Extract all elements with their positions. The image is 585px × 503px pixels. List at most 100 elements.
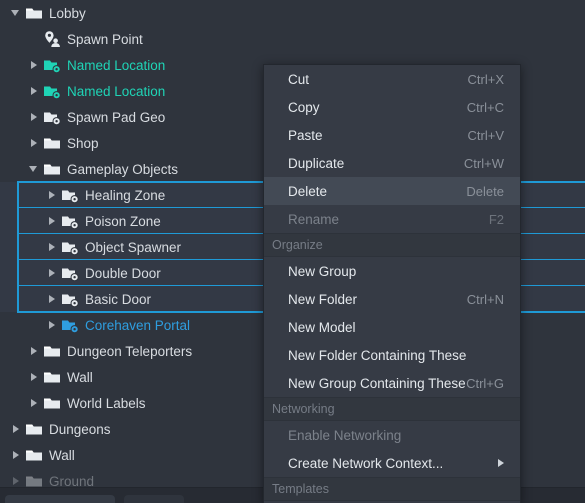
menu-item-label: New Model	[288, 319, 356, 335]
folder-open-icon	[42, 367, 62, 387]
selection-marker	[17, 234, 19, 260]
tree-item-label: Corehaven Portal	[85, 317, 191, 333]
menu-item: Rename F2	[264, 205, 520, 233]
tree-item-label: Spawn Point	[67, 31, 143, 47]
menu-item-label: Duplicate	[288, 155, 345, 171]
menu-item[interactable]: Paste Ctrl+V	[264, 121, 520, 149]
menu-section-label: Organize	[272, 238, 323, 252]
menu-item-shortcut: Ctrl+G	[466, 375, 504, 391]
teal-group-icon	[42, 81, 62, 101]
tree-item-label: Named Location	[67, 57, 166, 73]
menu-item-shortcut: Ctrl+V	[467, 127, 504, 143]
menu-section-header: Templates	[264, 477, 520, 501]
tree-item[interactable]: Spawn Point	[0, 26, 585, 52]
chevron-down-icon[interactable]	[10, 0, 24, 26]
chevron-right-icon[interactable]	[28, 338, 42, 364]
selection-marker	[17, 260, 19, 286]
selection-marker	[17, 208, 19, 234]
chevron-right-icon[interactable]	[46, 234, 60, 260]
menu-item[interactable]: New Model	[264, 313, 520, 341]
chevron-right-icon[interactable]	[28, 52, 42, 78]
tree-item-label: Dungeon Teleporters	[67, 343, 193, 359]
tree-item-label: Double Door	[85, 265, 161, 281]
blue-group-icon	[60, 315, 80, 335]
chevron-right-icon[interactable]	[10, 416, 24, 442]
tree-item-label: Poison Zone	[85, 213, 161, 229]
menu-section-label: Networking	[272, 402, 335, 416]
tree-item-label: Ground	[49, 473, 95, 488]
folder-open-icon	[42, 159, 62, 179]
chevron-right-icon[interactable]	[10, 442, 24, 468]
chevron-right-icon[interactable]	[46, 286, 60, 312]
chevron-right-icon[interactable]	[46, 208, 60, 234]
group-icon	[60, 263, 80, 283]
menu-item[interactable]: Duplicate Ctrl+W	[264, 149, 520, 177]
tree-item-label: Wall	[49, 447, 75, 463]
menu-item[interactable]: New Group Containing These Ctrl+G	[264, 369, 520, 397]
chevron-right-icon[interactable]	[46, 260, 60, 286]
tree-item-label: Healing Zone	[85, 187, 166, 203]
chevron-right-icon[interactable]	[46, 312, 60, 338]
menu-item-shortcut: Ctrl+X	[467, 71, 504, 87]
selection-marker	[17, 182, 19, 208]
menu-section-header: Networking	[264, 397, 520, 421]
menu-item[interactable]: Delete Delete	[264, 177, 520, 205]
folder-open-icon	[24, 471, 44, 487]
menu-item[interactable]: Copy Ctrl+C	[264, 93, 520, 121]
menu-section-label: Templates	[272, 482, 329, 496]
chevron-right-icon[interactable]	[46, 182, 60, 208]
tree-item-label: Named Location	[67, 83, 166, 99]
menu-item-label: New Group	[288, 263, 357, 279]
group-icon	[60, 211, 80, 231]
chevron-right-icon[interactable]	[28, 130, 42, 156]
menu-item-label: Rename	[288, 211, 340, 227]
tree-item-label: Basic Door	[85, 291, 152, 307]
menu-item-label: New Folder Containing These	[288, 347, 467, 363]
group-icon	[60, 289, 80, 309]
menu-section-header: Organize	[264, 233, 520, 257]
tree-item-label: Shop	[67, 135, 99, 151]
menu-item: Enable Networking	[264, 421, 520, 449]
context-menu[interactable]: Cut Ctrl+X Copy Ctrl+C Paste Ctrl+V Duplicate C…	[263, 64, 521, 503]
menu-item-label: Delete	[288, 183, 328, 199]
spawn-point-icon	[42, 29, 62, 49]
hierarchy-panel: Lobby Spawn Point Named Location Named Loca…	[0, 0, 585, 503]
folder-open-icon	[42, 341, 62, 361]
chevron-right-icon[interactable]	[28, 78, 42, 104]
teal-group-icon	[42, 55, 62, 75]
chevron-right-icon[interactable]	[28, 390, 42, 416]
menu-item-label: Cut	[288, 71, 310, 87]
chevron-right-icon[interactable]	[28, 104, 42, 130]
menu-item-shortcut: F2	[488, 211, 504, 227]
footer-primary-control[interactable]	[5, 495, 115, 503]
folder-open-icon	[42, 133, 62, 153]
folder-open-icon	[42, 393, 62, 413]
chevron-right-icon[interactable]	[28, 364, 42, 390]
footer-secondary-control[interactable]	[124, 495, 184, 503]
tree-item-label: Gameplay Objects	[67, 161, 179, 177]
menu-item[interactable]: Cut Ctrl+X	[264, 65, 520, 93]
tree-item[interactable]: Lobby	[0, 0, 585, 26]
menu-item-label: New Folder	[288, 291, 358, 307]
tree-item-label: Spawn Pad Geo	[67, 109, 166, 125]
menu-item-shortcut: Ctrl+N	[466, 291, 504, 307]
menu-item-label: Create Network Context...	[288, 455, 444, 471]
menu-item-shortcut: Ctrl+W	[463, 155, 504, 171]
submenu-arrow-icon	[498, 459, 504, 467]
menu-item[interactable]: Create Network Context...	[264, 449, 520, 477]
chevron-right-icon[interactable]	[10, 468, 24, 487]
selection-marker	[17, 286, 19, 312]
folder-open-icon	[24, 419, 44, 439]
menu-item-label: Enable Networking	[288, 427, 402, 443]
tree-item-label: World Labels	[67, 395, 146, 411]
group-icon	[42, 107, 62, 127]
menu-item[interactable]: New Group	[264, 257, 520, 285]
menu-item[interactable]: New Folder Ctrl+N	[264, 285, 520, 313]
chevron-down-icon[interactable]	[28, 156, 42, 182]
menu-item[interactable]: New Folder Containing These	[264, 341, 520, 369]
tree-item-label: Wall	[67, 369, 93, 385]
group-icon	[60, 185, 80, 205]
folder-open-icon	[24, 445, 44, 465]
menu-item-shortcut: Ctrl+C	[466, 99, 504, 115]
